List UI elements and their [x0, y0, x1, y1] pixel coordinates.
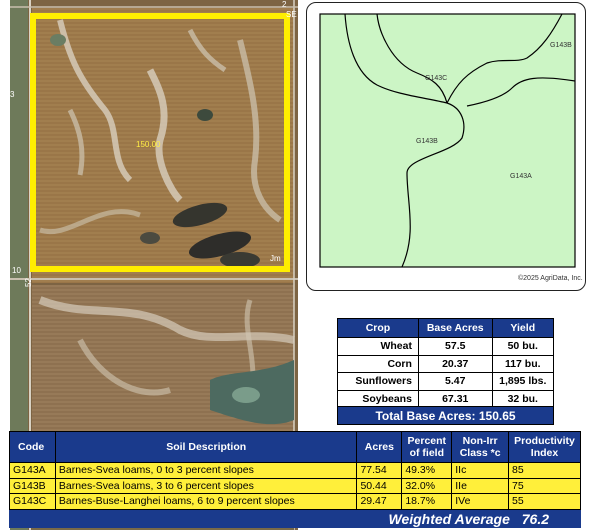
soil-header-class: Non-Irr Class *c	[451, 431, 510, 463]
table-row: Wheat 57.5 50 bu.	[337, 337, 555, 356]
soil-percent: 49.3%	[401, 462, 453, 479]
soil-class: IIc	[451, 462, 510, 479]
crop-base-acres: 67.31	[417, 389, 493, 408]
soil-code: G143A	[9, 462, 56, 479]
soil-percent: 32.0%	[401, 477, 453, 494]
soil-code: G143C	[9, 493, 56, 510]
aerial-acreage-label: 150.00	[136, 140, 161, 149]
table-row: Sunflowers 5.47 1,895 lbs.	[337, 372, 555, 391]
soil-description: Barnes-Buse-Langhei loams, 6 to 9 percen…	[54, 493, 358, 510]
soil-acres: 77.54	[356, 462, 403, 479]
aerial-road-label: 52	[23, 278, 33, 287]
soil-class: IVe	[451, 493, 510, 510]
soil-productivity: 75	[508, 477, 581, 494]
crop-name: Sunflowers	[337, 372, 419, 391]
crop-base-acres: 57.5	[417, 337, 493, 356]
crop-base-acres: 20.37	[417, 354, 493, 373]
soil-productivity: 85	[508, 462, 581, 479]
soil-header-acres: Acres	[356, 431, 403, 463]
soil-code: G143B	[9, 477, 56, 494]
soil-map-label-g143c: G143C	[425, 75, 448, 82]
soil-map-label-g143a: G143A	[510, 173, 532, 180]
crop-yield: 50 bu.	[491, 337, 555, 356]
map-copyright: ©2025 AgriData, Inc.	[518, 275, 583, 282]
aerial-section-label-right: 2	[282, 0, 287, 9]
soil-header-percent: Percent of field	[401, 431, 453, 463]
soil-map: G143B G143C G143B G143A ©2025 AgriData, …	[306, 2, 586, 291]
crop-header-yield: Yield	[491, 318, 555, 338]
table-row: G143A Barnes-Svea loams, 0 to 3 percent …	[9, 462, 581, 479]
crop-yield: 117 bu.	[491, 354, 555, 373]
table-row: G143C Barnes-Buse-Langhei loams, 6 to 9 …	[9, 493, 581, 510]
aerial-section-suffix: SE	[286, 10, 297, 19]
soil-class: IIe	[451, 477, 510, 494]
crop-name: Wheat	[337, 337, 419, 356]
soil-description: Barnes-Svea loams, 0 to 3 percent slopes	[54, 462, 358, 479]
aerial-section-label-left: 3	[10, 90, 15, 99]
soil-acres: 50.44	[356, 477, 403, 494]
aerial-section-label-bottom-right: Jm	[270, 254, 281, 263]
table-row: G143B Barnes-Svea loams, 3 to 6 percent …	[9, 477, 581, 494]
soil-productivity: 55	[508, 493, 581, 510]
weighted-average: Weighted Average 76.2	[9, 510, 581, 528]
weighted-average-value: 76.2	[521, 511, 549, 527]
total-base-acres-label: Total Base Acres:	[375, 409, 476, 423]
soil-percent: 18.7%	[401, 493, 453, 510]
table-row: Soybeans 67.31 32 bu.	[337, 389, 555, 408]
soil-map-label-g143b-top: G143B	[550, 42, 572, 49]
crop-base-acres: 5.47	[417, 372, 493, 391]
crop-yield: 32 bu.	[491, 389, 555, 408]
crop-header-base-acres: Base Acres	[417, 318, 493, 338]
table-row: Corn 20.37 117 bu.	[337, 354, 555, 373]
crop-base-acres-table: Crop Base Acres Yield Wheat 57.5 50 bu. …	[337, 318, 555, 408]
aerial-section-label-bottom-left: 10	[12, 266, 21, 275]
soil-table: Code Soil Description Acres Percent of f…	[9, 431, 581, 510]
soil-acres: 29.47	[356, 493, 403, 510]
soil-header-productivity: Productivity Index	[508, 431, 581, 463]
soil-map-drawing	[319, 13, 576, 268]
total-base-acres: Total Base Acres: 150.65	[337, 406, 554, 425]
soil-description: Barnes-Svea loams, 3 to 6 percent slopes	[54, 477, 358, 494]
soil-table-header: Code Soil Description Acres Percent of f…	[9, 431, 581, 463]
soil-map-label-g143b: G143B	[416, 138, 438, 145]
crop-name: Soybeans	[337, 389, 419, 408]
total-base-acres-value: 150.65	[478, 409, 516, 423]
crop-yield: 1,895 lbs.	[491, 372, 555, 391]
crop-table-header: Crop Base Acres Yield	[337, 318, 555, 338]
crop-name: Corn	[337, 354, 419, 373]
soil-header-description: Soil Description	[54, 431, 358, 463]
soil-header-code: Code	[9, 431, 56, 463]
weighted-average-label: Weighted Average	[388, 511, 510, 527]
crop-header-crop: Crop	[337, 318, 419, 338]
